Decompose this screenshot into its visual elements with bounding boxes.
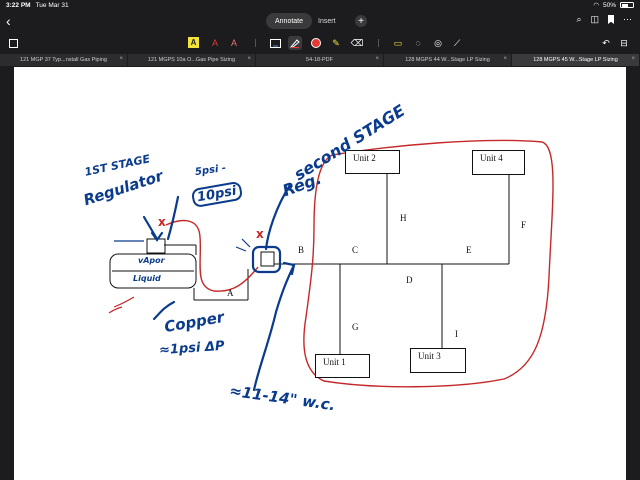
segment-label-g: G	[352, 322, 359, 332]
segment-label-f: F	[521, 220, 527, 230]
doc-tab-label: 128 MGPS 44 W...Stage LP Sizing	[405, 57, 490, 63]
note-icon[interactable]: ▭	[392, 36, 404, 50]
back-button[interactable]: ‹	[6, 13, 11, 29]
first-stage-regulator	[146, 238, 166, 254]
close-icon[interactable]: ×	[375, 56, 379, 62]
eraser-box-icon[interactable]	[269, 36, 281, 50]
status-right: ◠ 50%	[593, 1, 634, 9]
more-icon[interactable]: ⋯	[623, 14, 632, 25]
toolbar-divider	[255, 39, 256, 47]
document-page[interactable]: vApor Liquid Unit 2 Unit 4 Unit 1 Unit 3…	[14, 67, 626, 480]
piping-diagram	[108, 139, 554, 392]
tank-liquid-label: Liquid	[133, 274, 161, 283]
shapes-icon[interactable]: ◌	[412, 36, 424, 50]
wifi-icon: ◠	[593, 2, 599, 9]
red-x-mark-2: x	[256, 227, 264, 241]
close-icon[interactable]: ×	[631, 56, 635, 62]
thumbnail-grid-icon[interactable]	[8, 36, 18, 50]
doc-tab-2[interactable]: 121 MGPS 10a O...Gas Pipe Sizing ×	[128, 54, 256, 66]
app-window: 3:22 PM Tue Mar 31 ◠ 50% ‹ Annotate Inse…	[0, 0, 640, 480]
doc-tab-4[interactable]: 128 MGPS 44 W...Stage LP Sizing ×	[384, 54, 512, 66]
segment-label-h: H	[400, 213, 407, 223]
battery-icon	[620, 2, 634, 8]
doc-tab-3[interactable]: 54-18-PDF ×	[256, 54, 384, 66]
add-tab-button[interactable]: +	[355, 15, 367, 27]
red-x-mark-1: x	[158, 215, 166, 229]
annotation-toolbar: A A A ✎ ⌫ ▭ ◌ ◎ ⟋ ↶ ⊟	[0, 32, 640, 54]
segment-label-c: C	[352, 245, 359, 255]
close-icon[interactable]: ×	[119, 56, 123, 62]
close-icon[interactable]: ×	[503, 56, 507, 62]
unit-4-box: Unit 4	[472, 150, 525, 175]
red-supply-line	[165, 219, 259, 292]
book-icon[interactable]: ◫	[590, 14, 599, 25]
toolbar-divider-2	[378, 39, 379, 47]
tab-insert[interactable]: Insert	[318, 13, 336, 29]
second-stage-regulator	[260, 251, 275, 267]
ruler-icon[interactable]: ⟋	[451, 36, 463, 50]
toolbar-toggle-icon[interactable]: ⊟	[618, 36, 630, 50]
doc-tab-label: 128 MGPS 45 W...Stage LP Sizing	[533, 57, 618, 63]
unit-1-box: Unit 1	[315, 354, 370, 378]
red-text-button[interactable]: A	[210, 36, 220, 50]
search-icon[interactable]: ⌕	[576, 14, 581, 25]
doc-tab-label: 121 MGPS 10a O...Gas Pipe Sizing	[147, 57, 236, 63]
bookmark-icon[interactable]	[608, 15, 614, 24]
segment-label-i: I	[455, 329, 458, 339]
eraser-icon[interactable]: ⌫	[351, 36, 364, 50]
status-bar: 3:22 PM Tue Mar 31 ◠ 50%	[0, 0, 640, 10]
pen-color-swatch[interactable]	[311, 38, 321, 48]
doc-tab-label: 54-18-PDF	[306, 57, 333, 63]
pen-tool-icon[interactable]	[288, 36, 302, 50]
document-tabs: 121 MGP 37 Typ...nstall Gas Piping × 121 …	[0, 54, 640, 66]
undo-icon[interactable]: ↶	[600, 36, 612, 50]
doc-tab-1[interactable]: 121 MGP 37 Typ...nstall Gas Piping ×	[0, 54, 128, 66]
segment-label-b: B	[298, 245, 305, 255]
status-date: Tue Mar 31	[35, 1, 69, 9]
top-nav: ‹ Annotate Insert + ⌕ ◫ ⋯	[0, 10, 640, 32]
doc-tab-label: 121 MGP 37 Typ...nstall Gas Piping	[20, 57, 107, 63]
lasso-icon[interactable]: ◎	[432, 36, 444, 50]
segment-label-d: D	[406, 275, 413, 285]
highlighter-icon[interactable]: ✎	[331, 36, 341, 50]
text-button[interactable]: A	[229, 36, 239, 50]
highlight-text-button[interactable]: A	[188, 37, 199, 48]
segment-label-e: E	[466, 245, 472, 255]
segment-label-a: A	[227, 288, 234, 298]
tank-vapor-label: vApor	[138, 256, 165, 265]
unit-3-box: Unit 3	[410, 348, 466, 373]
nav-actions: ⌕ ◫ ⋯	[576, 14, 632, 25]
close-icon[interactable]: ×	[247, 56, 251, 62]
unit-2-box: Unit 2	[345, 150, 400, 174]
status-time: 3:22 PM	[6, 1, 31, 9]
doc-tab-5-active[interactable]: 128 MGPS 45 W...Stage LP Sizing ×	[512, 54, 640, 66]
battery-percent: 50%	[602, 1, 616, 9]
tab-annotate[interactable]: Annotate	[266, 13, 312, 29]
red-ink-strokes	[108, 296, 135, 314]
